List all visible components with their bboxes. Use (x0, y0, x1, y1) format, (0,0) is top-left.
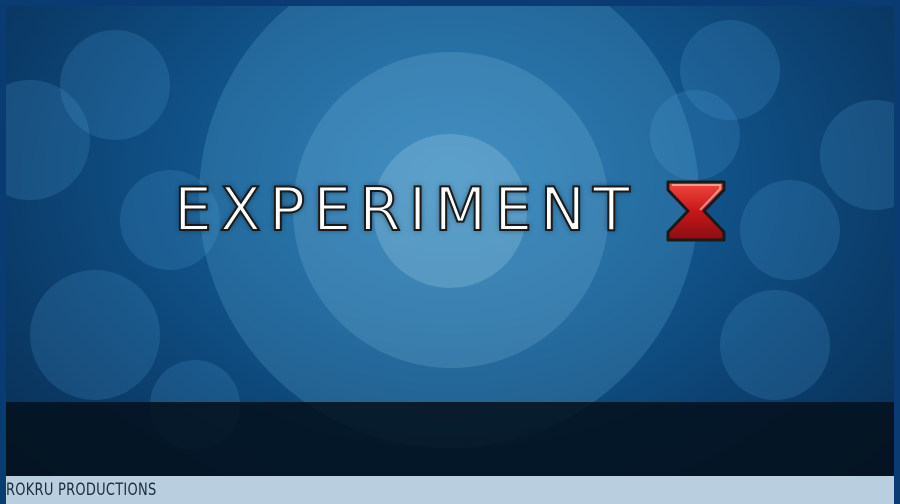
bokeh-light (740, 180, 840, 280)
bokeh-light (720, 290, 830, 400)
bokeh-light (30, 270, 160, 400)
footer-strip: ROKRU PRODUCTIONS (0, 476, 900, 504)
footer-label: ROKRU PRODUCTIONS (6, 480, 157, 500)
bokeh-light (60, 30, 170, 140)
bottom-overlay-bar (0, 402, 900, 476)
title-card: EXPERIMENT ROKRU PRODUCTIONS (0, 0, 900, 504)
title-logo: EXPERIMENT (170, 176, 730, 246)
red-hourglass-x-icon (666, 180, 726, 242)
title-text: EXPERIMENT (173, 175, 638, 245)
bokeh-light (820, 100, 900, 210)
